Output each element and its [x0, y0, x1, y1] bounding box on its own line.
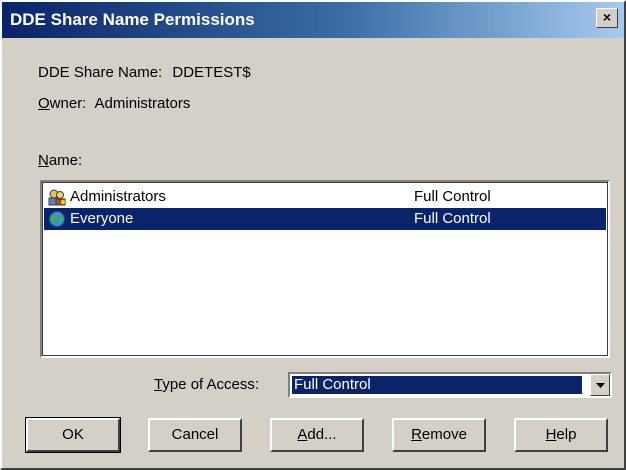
help-button[interactable]: Help — [514, 418, 608, 452]
remove-accel: R — [411, 426, 422, 443]
owner-label-accel: O — [38, 95, 50, 112]
remove-label: emove — [421, 426, 467, 443]
type-of-access-select[interactable]: Full Control — [288, 372, 612, 398]
add-label: dd... — [307, 426, 337, 443]
list-item-name: Everyone — [70, 210, 134, 227]
dropdown-button[interactable] — [590, 374, 610, 396]
cancel-button[interactable]: Cancel — [148, 418, 242, 452]
share-name-value: DDETEST$ — [172, 64, 251, 81]
chevron-down-icon — [596, 383, 605, 388]
type-of-access-label: Type of Access: — [154, 376, 259, 393]
list-item-access: Full Control — [414, 188, 491, 205]
name-label-accel: N — [38, 152, 49, 169]
permissions-list[interactable]: Administrators Full Control Everyone Ful… — [40, 180, 610, 358]
globe-icon — [49, 211, 65, 227]
remove-button[interactable]: Remove — [392, 418, 486, 452]
help-label: elp — [556, 426, 577, 443]
close-button[interactable]: × — [596, 8, 618, 28]
share-name-label: DDE Share Name: — [38, 64, 163, 81]
group-icon — [48, 189, 66, 206]
dialog-window: DDE Share Name Permissions × DDE Share N… — [0, 0, 626, 470]
title-bar[interactable]: DDE Share Name Permissions × — [2, 2, 624, 38]
type-of-access-value: Full Control — [292, 376, 582, 394]
owner-label: wner: — [49, 95, 87, 112]
cancel-label: Cancel — [171, 426, 219, 443]
owner-value: Administrators — [94, 95, 191, 112]
list-item-name: Administrators — [70, 188, 166, 205]
owner-row: Owner: Administrators — [38, 95, 190, 112]
name-label: Name: — [38, 152, 82, 169]
list-item-access: Full Control — [414, 210, 491, 227]
list-item-everyone[interactable]: Everyone Full Control — [44, 208, 606, 230]
list-item-administrators[interactable]: Administrators Full Control — [44, 186, 606, 208]
window-title: DDE Share Name Permissions — [10, 10, 255, 29]
ok-label: OK — [62, 426, 84, 443]
help-accel: H — [545, 426, 557, 443]
name-label-rest: ame: — [48, 152, 83, 169]
type-of-access-rest: ype of Access: — [162, 376, 260, 393]
share-name-row: DDE Share Name: DDETEST$ — [38, 64, 251, 81]
ok-button[interactable]: OK — [25, 417, 121, 453]
add-accel: A — [297, 426, 308, 443]
close-icon: × — [602, 9, 612, 25]
add-button[interactable]: Add... — [270, 418, 364, 452]
